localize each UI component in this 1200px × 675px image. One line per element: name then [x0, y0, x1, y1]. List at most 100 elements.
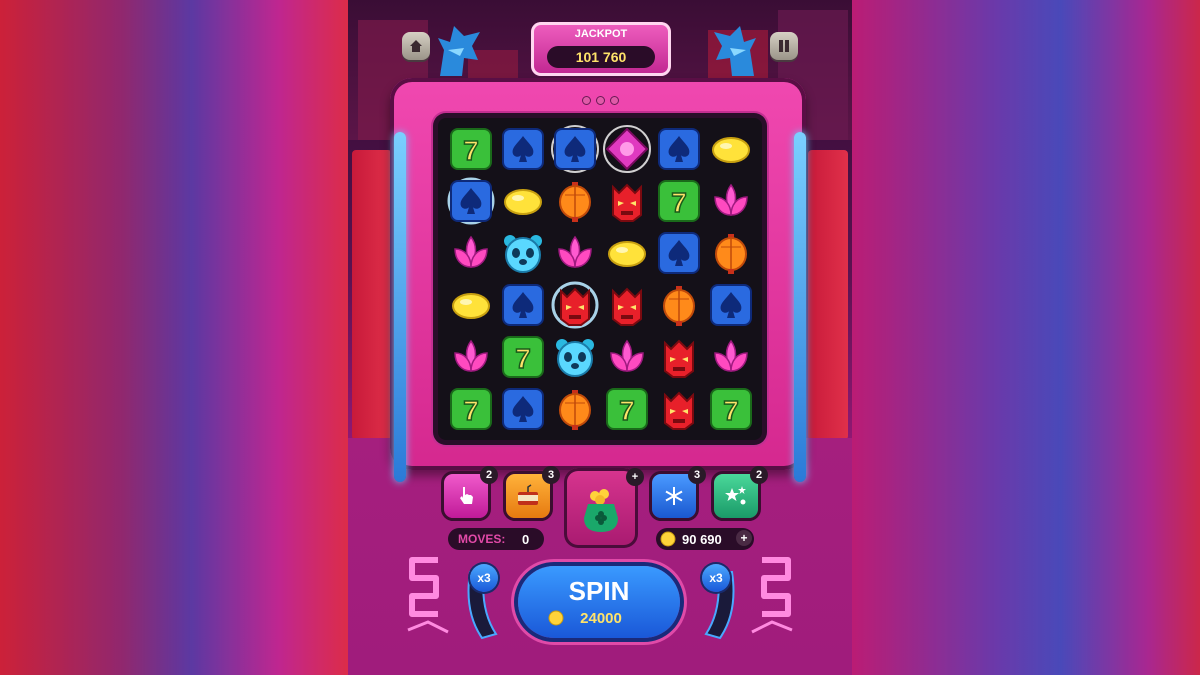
tile-lantern[interactable]	[706, 228, 756, 278]
lucky-pot-button[interactable]: +	[564, 468, 644, 548]
tile-diamond[interactable]	[602, 124, 652, 174]
spade-icon	[502, 128, 544, 170]
dragon-statue-left-icon	[438, 26, 480, 76]
tile-dragon[interactable]	[654, 384, 704, 434]
coin-value: 90 690	[682, 532, 722, 547]
booster-count: 3	[688, 466, 706, 484]
lemon-icon	[452, 293, 490, 319]
tile-spade[interactable]	[706, 280, 756, 330]
seven-icon: 7	[606, 388, 648, 430]
lotus-icon	[610, 339, 644, 372]
spade-icon	[710, 284, 752, 326]
svg-text:7: 7	[619, 395, 635, 426]
spin-button[interactable]: SPIN 24000	[518, 566, 680, 638]
tile-lotus[interactable]	[446, 228, 496, 278]
lantern-icon	[559, 182, 591, 222]
tile-lantern[interactable]	[550, 384, 600, 434]
side-panel-left	[352, 150, 392, 440]
tile-lotus[interactable]	[602, 332, 652, 382]
tile-seven[interactable]: 7	[602, 384, 652, 434]
panda-icon	[504, 235, 542, 273]
svg-text:7: 7	[463, 135, 479, 166]
tile-lotus[interactable]	[550, 228, 600, 278]
tile-seven[interactable]: 7	[654, 176, 704, 226]
add-coins-button[interactable]: +	[736, 530, 752, 546]
tile-seven[interactable]: 7	[498, 332, 548, 382]
lemon-icon	[608, 241, 646, 267]
multiplier-right[interactable]: x3	[702, 564, 730, 592]
tile-spade[interactable]	[498, 124, 548, 174]
diamond-icon	[603, 125, 651, 173]
tile-lantern[interactable]	[654, 280, 704, 330]
seven-icon: 7	[450, 388, 492, 430]
tile-dragon[interactable]	[602, 280, 652, 330]
tile-spade[interactable]	[550, 124, 600, 174]
lantern-icon	[559, 390, 591, 430]
rail-right	[794, 132, 806, 482]
lemon-icon	[712, 137, 750, 163]
tile-spade[interactable]	[446, 176, 496, 226]
tile-dragon[interactable]	[550, 280, 600, 330]
tile-lemon[interactable]	[498, 176, 548, 226]
tile-spade[interactable]	[498, 384, 548, 434]
tile-spade[interactable]	[498, 280, 548, 330]
jackpot-value: 101 760	[547, 46, 655, 68]
hand-pointer-icon	[460, 487, 473, 504]
moves-counter: MOVES: 0	[448, 528, 544, 550]
spade-icon	[502, 388, 544, 430]
tile-lemon[interactable]	[602, 228, 652, 278]
svg-text:7: 7	[671, 187, 687, 218]
tile-lantern[interactable]	[550, 176, 600, 226]
moves-value: 0	[522, 532, 530, 547]
booster-snowflake[interactable]: 3	[652, 466, 706, 518]
tile-lotus[interactable]	[446, 332, 496, 382]
tile-lemon[interactable]	[706, 124, 756, 174]
tile-spade[interactable]	[654, 228, 704, 278]
lotus-icon	[454, 235, 488, 268]
match-grid[interactable]: 7 7 7 7 7 7	[438, 118, 762, 440]
rail-left	[394, 132, 406, 482]
booster-stars[interactable]: 2	[714, 466, 768, 518]
lucky-pot-plus[interactable]: +	[626, 468, 644, 486]
tile-panda[interactable]	[498, 228, 548, 278]
booster-hand-tap[interactable]: 2	[444, 466, 498, 518]
tile-lotus[interactable]	[706, 332, 756, 382]
dragon-icon	[664, 391, 694, 430]
spade-icon	[551, 125, 599, 173]
seven-icon: 7	[502, 336, 544, 378]
tile-lemon[interactable]	[446, 280, 496, 330]
tile-dragon[interactable]	[654, 332, 704, 382]
tile-panda[interactable]	[550, 332, 600, 382]
neon-dragon-right-icon	[751, 557, 793, 634]
pause-button[interactable]	[770, 32, 798, 60]
home-button[interactable]	[402, 32, 430, 60]
tile-dragon[interactable]	[602, 176, 652, 226]
dragon-icon	[612, 287, 642, 326]
tile-seven[interactable]: 7	[706, 384, 756, 434]
dragon-icon	[612, 183, 642, 222]
tile-spade[interactable]	[654, 124, 704, 174]
stars-icon	[725, 486, 746, 505]
booster-tnt[interactable]: 3	[506, 466, 560, 518]
svg-text:7: 7	[515, 343, 531, 374]
svg-text:7: 7	[463, 395, 479, 426]
coin-icon	[660, 531, 676, 547]
lotus-icon	[714, 339, 748, 372]
booster-count: 2	[750, 466, 768, 484]
lotus-icon	[714, 183, 748, 216]
dragon-icon	[551, 281, 599, 329]
background-blur-left	[0, 0, 348, 675]
tile-seven[interactable]: 7	[446, 384, 496, 434]
tile-seven[interactable]: 7	[446, 124, 496, 174]
lantern-icon	[715, 234, 747, 274]
dragon-statue-right-icon	[714, 26, 756, 76]
svg-text:7: 7	[723, 395, 739, 426]
lantern-icon	[663, 286, 695, 326]
lotus-icon	[454, 339, 488, 372]
lotus-icon	[558, 235, 592, 268]
tile-lotus[interactable]	[706, 176, 756, 226]
spade-icon	[658, 232, 700, 274]
moves-label: MOVES:	[458, 532, 506, 546]
multiplier-left[interactable]: x3	[470, 564, 498, 592]
dragon-icon	[664, 339, 694, 378]
